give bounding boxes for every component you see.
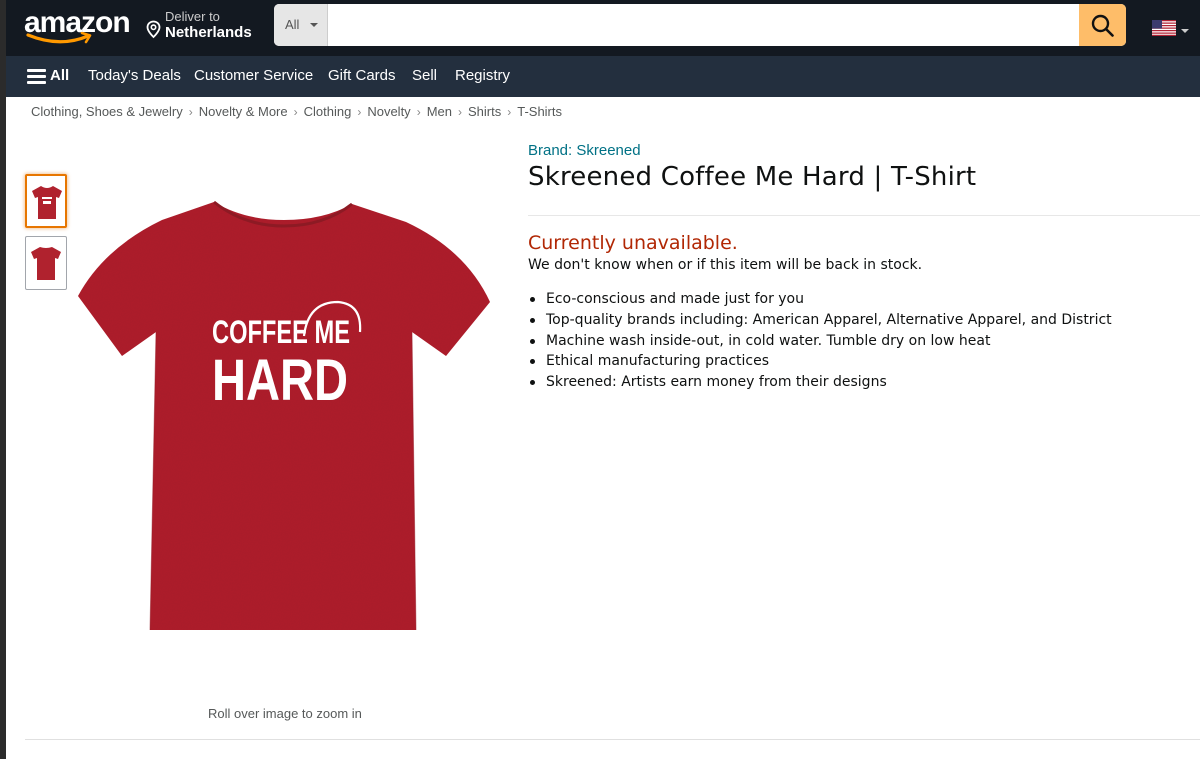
- breadcrumb-item[interactable]: Novelty & More: [199, 104, 288, 119]
- breadcrumb-item[interactable]: Men: [427, 104, 452, 119]
- breadcrumb-separator-icon: ›: [507, 105, 512, 119]
- feature-bullet: Ethical manufacturing practices: [528, 352, 1112, 373]
- nav-top-bar: amazon Deliver to Netherlands All: [0, 0, 1200, 56]
- search-bar: All: [274, 4, 1126, 46]
- product-main-image[interactable]: COFFEE ME HARD: [76, 198, 492, 632]
- language-caret-icon[interactable]: [1181, 29, 1189, 33]
- feature-bullet: Machine wash inside-out, in cold water. …: [528, 332, 1112, 353]
- tshirt-thumbnail-icon: [31, 247, 61, 280]
- breadcrumb-item[interactable]: T-Shirts: [517, 104, 562, 119]
- breadcrumb-separator-icon: ›: [293, 105, 298, 119]
- search-icon: [1091, 14, 1114, 37]
- section-divider: [25, 739, 1200, 740]
- all-menu-label: All: [50, 67, 70, 84]
- product-title: Skreened Coffee Me Hard | T-Shirt: [528, 162, 977, 192]
- hamburger-icon: [27, 69, 46, 84]
- breadcrumb-item[interactable]: Novelty: [367, 104, 410, 119]
- feature-bullet: Skreened: Artists earn money from their …: [528, 373, 1112, 394]
- nav-todays-deals[interactable]: Today's Deals: [88, 67, 181, 84]
- smile-arrow-icon: [26, 32, 92, 44]
- thumbnail-front[interactable]: [25, 174, 67, 228]
- breadcrumb-separator-icon: ›: [457, 105, 462, 119]
- breadcrumb-item[interactable]: Shirts: [468, 104, 501, 119]
- location-pin-icon: [146, 20, 161, 39]
- nav-sub-bar: All Today's Deals Customer Service Gift …: [0, 56, 1200, 97]
- nav-gift-cards[interactable]: Gift Cards: [328, 67, 396, 84]
- breadcrumb-separator-icon: ›: [188, 105, 193, 119]
- thumbnail-back[interactable]: [25, 236, 67, 290]
- breadcrumb: Clothing, Shoes & Jewelry › Novelty & More…: [31, 104, 562, 119]
- feature-bullets: Eco-conscious and made just for you Top-…: [528, 290, 1112, 394]
- background-window-edge: [0, 0, 6, 759]
- breadcrumb-separator-icon: ›: [357, 105, 362, 119]
- breadcrumb-separator-icon: ›: [416, 105, 421, 119]
- search-button[interactable]: [1079, 4, 1126, 46]
- nav-customer-service[interactable]: Customer Service: [194, 67, 313, 84]
- feature-bullet: Top-quality brands including: American A…: [528, 311, 1112, 332]
- us-flag-icon[interactable]: [1152, 20, 1176, 36]
- search-category-dropdown[interactable]: All: [274, 4, 328, 46]
- search-category-label: All: [285, 17, 300, 32]
- nav-sell[interactable]: Sell: [412, 67, 437, 84]
- zoom-hint: Roll over image to zoom in: [208, 706, 362, 721]
- breadcrumb-item[interactable]: Clothing: [304, 104, 352, 119]
- amazon-logo[interactable]: amazon: [24, 6, 131, 48]
- stock-note: We don't know when or if this item will …: [528, 257, 923, 273]
- breadcrumb-item[interactable]: Clothing, Shoes & Jewelry: [31, 104, 183, 119]
- deliver-location: Netherlands: [165, 24, 252, 41]
- search-input[interactable]: [328, 4, 1080, 46]
- shirt-print-line2: HARD: [212, 348, 348, 413]
- availability-status: Currently unavailable.: [528, 232, 738, 254]
- feature-bullet: Eco-conscious and made just for you: [528, 290, 1112, 311]
- tshirt-image: COFFEE ME HARD: [78, 200, 490, 631]
- brand-link[interactable]: Brand: Skreened: [528, 142, 641, 159]
- divider: [528, 215, 1200, 216]
- shirt-print-line1: COFFEE ME: [212, 314, 350, 350]
- tshirt-thumbnail-icon: [32, 186, 62, 219]
- nav-registry[interactable]: Registry: [455, 67, 510, 84]
- caret-down-icon: [310, 23, 318, 27]
- deliver-label: Deliver to: [165, 9, 220, 24]
